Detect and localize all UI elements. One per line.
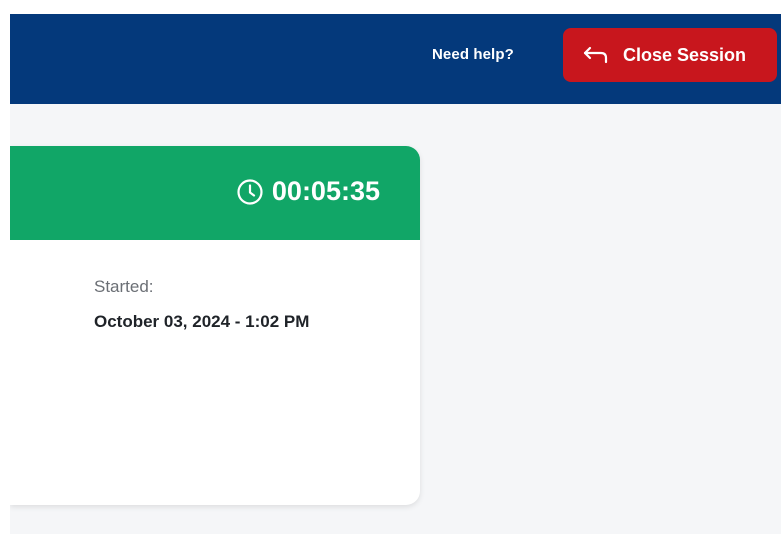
close-session-label: Close Session bbox=[623, 44, 747, 65]
session-timer: 00:05:35 bbox=[236, 176, 380, 207]
app-window: Need help? Close Session 00:05:35 Starte… bbox=[10, 14, 781, 534]
session-card-header: 00:05:35 bbox=[10, 146, 420, 240]
timer-value: 00:05:35 bbox=[271, 176, 380, 206]
session-card: 00:05:35 Started: October 03, 2024 - 1:0… bbox=[10, 146, 420, 505]
clock-icon bbox=[236, 178, 264, 206]
close-session-button[interactable]: Close Session bbox=[563, 28, 777, 82]
started-datetime: October 03, 2024 - 1:02 PM bbox=[94, 312, 310, 331]
need-help-link[interactable]: Need help? bbox=[432, 46, 514, 63]
arrow-back-icon bbox=[583, 45, 609, 65]
started-label: Started: bbox=[94, 277, 154, 296]
top-navigation-bar: Need help? Close Session bbox=[10, 14, 781, 104]
